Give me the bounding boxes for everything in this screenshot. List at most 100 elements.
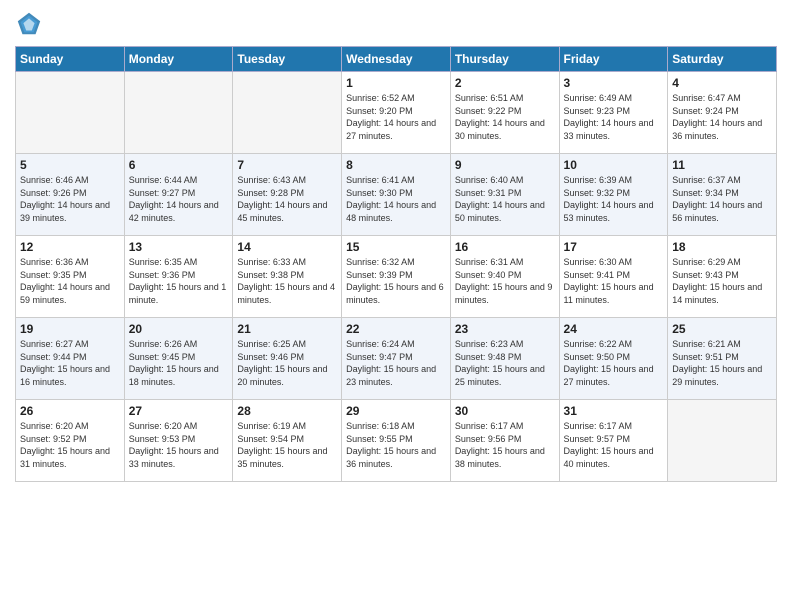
day-number: 16 xyxy=(455,240,555,254)
calendar-cell: 28 Sunrise: 6:19 AM Sunset: 9:54 PM Dayli… xyxy=(233,400,342,482)
day-number: 19 xyxy=(20,322,120,336)
day-info: Sunrise: 6:36 AM Sunset: 9:35 PM Dayligh… xyxy=(20,256,120,306)
col-sunday: Sunday xyxy=(16,47,125,72)
day-number: 25 xyxy=(672,322,772,336)
logo-icon xyxy=(15,10,43,38)
day-info: Sunrise: 6:20 AM Sunset: 9:53 PM Dayligh… xyxy=(129,420,229,470)
day-number: 9 xyxy=(455,158,555,172)
day-number: 15 xyxy=(346,240,446,254)
calendar-cell: 25 Sunrise: 6:21 AM Sunset: 9:51 PM Dayli… xyxy=(668,318,777,400)
day-number: 20 xyxy=(129,322,229,336)
day-info: Sunrise: 6:18 AM Sunset: 9:55 PM Dayligh… xyxy=(346,420,446,470)
col-monday: Monday xyxy=(124,47,233,72)
calendar-week-5: 26 Sunrise: 6:20 AM Sunset: 9:52 PM Dayli… xyxy=(16,400,777,482)
calendar-cell: 19 Sunrise: 6:27 AM Sunset: 9:44 PM Dayli… xyxy=(16,318,125,400)
day-info: Sunrise: 6:26 AM Sunset: 9:45 PM Dayligh… xyxy=(129,338,229,388)
day-info: Sunrise: 6:17 AM Sunset: 9:57 PM Dayligh… xyxy=(564,420,664,470)
day-info: Sunrise: 6:43 AM Sunset: 9:28 PM Dayligh… xyxy=(237,174,337,224)
day-info: Sunrise: 6:21 AM Sunset: 9:51 PM Dayligh… xyxy=(672,338,772,388)
day-info: Sunrise: 6:31 AM Sunset: 9:40 PM Dayligh… xyxy=(455,256,555,306)
day-info: Sunrise: 6:29 AM Sunset: 9:43 PM Dayligh… xyxy=(672,256,772,306)
day-info: Sunrise: 6:20 AM Sunset: 9:52 PM Dayligh… xyxy=(20,420,120,470)
calendar-cell: 5 Sunrise: 6:46 AM Sunset: 9:26 PM Daylig… xyxy=(16,154,125,236)
calendar-cell xyxy=(668,400,777,482)
day-number: 31 xyxy=(564,404,664,418)
day-info: Sunrise: 6:19 AM Sunset: 9:54 PM Dayligh… xyxy=(237,420,337,470)
calendar-cell: 14Sunrise: 6:33 AM Sunset: 9:38 PM Dayli… xyxy=(233,236,342,318)
day-number: 23 xyxy=(455,322,555,336)
day-info: Sunrise: 6:40 AM Sunset: 9:31 PM Dayligh… xyxy=(455,174,555,224)
day-number: 11 xyxy=(672,158,772,172)
calendar-cell: 3 Sunrise: 6:49 AM Sunset: 9:23 PM Daylig… xyxy=(559,72,668,154)
calendar-cell: 18 Sunrise: 6:29 AM Sunset: 9:43 PM Dayli… xyxy=(668,236,777,318)
calendar-cell: 10 Sunrise: 6:39 AM Sunset: 9:32 PM Dayli… xyxy=(559,154,668,236)
calendar-cell xyxy=(233,72,342,154)
calendar-cell: 13 Sunrise: 6:35 AM Sunset: 9:36 PM Dayli… xyxy=(124,236,233,318)
calendar-cell: 2 Sunrise: 6:51 AM Sunset: 9:22 PM Daylig… xyxy=(450,72,559,154)
calendar-cell: 16 Sunrise: 6:31 AM Sunset: 9:40 PM Dayli… xyxy=(450,236,559,318)
day-info: Sunrise: 6:51 AM Sunset: 9:22 PM Dayligh… xyxy=(455,92,555,142)
calendar-header-row: Sunday Monday Tuesday Wednesday Thursday… xyxy=(16,47,777,72)
day-number: 26 xyxy=(20,404,120,418)
day-number: 2 xyxy=(455,76,555,90)
calendar-table: Sunday Monday Tuesday Wednesday Thursday… xyxy=(15,46,777,482)
col-wednesday: Wednesday xyxy=(342,47,451,72)
day-info: Sunrise: 6:35 AM Sunset: 9:36 PM Dayligh… xyxy=(129,256,229,306)
day-info: Sunrise: 6:41 AM Sunset: 9:30 PM Dayligh… xyxy=(346,174,446,224)
day-info: Sunrise: 6:33 AM Sunset: 9:38 PM Dayligh… xyxy=(237,256,337,306)
day-number: 29 xyxy=(346,404,446,418)
day-info: Sunrise: 6:47 AM Sunset: 9:24 PM Dayligh… xyxy=(672,92,772,142)
calendar-cell xyxy=(124,72,233,154)
day-number: 13 xyxy=(129,240,229,254)
calendar-week-4: 19 Sunrise: 6:27 AM Sunset: 9:44 PM Dayli… xyxy=(16,318,777,400)
calendar-week-1: 1 Sunrise: 6:52 AM Sunset: 9:20 PM Daylig… xyxy=(16,72,777,154)
calendar-cell: 15 Sunrise: 6:32 AM Sunset: 9:39 PM Dayli… xyxy=(342,236,451,318)
day-info: Sunrise: 6:37 AM Sunset: 9:34 PM Dayligh… xyxy=(672,174,772,224)
calendar-cell: 7 Sunrise: 6:43 AM Sunset: 9:28 PM Daylig… xyxy=(233,154,342,236)
logo xyxy=(15,10,47,38)
day-info: Sunrise: 6:25 AM Sunset: 9:46 PM Dayligh… xyxy=(237,338,337,388)
col-friday: Friday xyxy=(559,47,668,72)
page: Sunday Monday Tuesday Wednesday Thursday… xyxy=(0,0,792,612)
day-number: 28 xyxy=(237,404,337,418)
day-number: 17 xyxy=(564,240,664,254)
calendar-cell: 31 Sunrise: 6:17 AM Sunset: 9:57 PM Dayli… xyxy=(559,400,668,482)
day-number: 8 xyxy=(346,158,446,172)
calendar-cell: 8 Sunrise: 6:41 AM Sunset: 9:30 PM Daylig… xyxy=(342,154,451,236)
day-number: 3 xyxy=(564,76,664,90)
col-saturday: Saturday xyxy=(668,47,777,72)
day-number: 12 xyxy=(20,240,120,254)
day-info: Sunrise: 6:23 AM Sunset: 9:48 PM Dayligh… xyxy=(455,338,555,388)
day-number: 27 xyxy=(129,404,229,418)
calendar-cell: 29 Sunrise: 6:18 AM Sunset: 9:55 PM Dayli… xyxy=(342,400,451,482)
col-tuesday: Tuesday xyxy=(233,47,342,72)
day-info: Sunrise: 6:44 AM Sunset: 9:27 PM Dayligh… xyxy=(129,174,229,224)
calendar-week-2: 5 Sunrise: 6:46 AM Sunset: 9:26 PM Daylig… xyxy=(16,154,777,236)
day-number: 30 xyxy=(455,404,555,418)
header xyxy=(15,10,777,38)
day-number: 10 xyxy=(564,158,664,172)
day-info: Sunrise: 6:32 AM Sunset: 9:39 PM Dayligh… xyxy=(346,256,446,306)
day-info: Sunrise: 6:46 AM Sunset: 9:26 PM Dayligh… xyxy=(20,174,120,224)
calendar-cell: 9 Sunrise: 6:40 AM Sunset: 9:31 PM Daylig… xyxy=(450,154,559,236)
day-number: 7 xyxy=(237,158,337,172)
day-info: Sunrise: 6:22 AM Sunset: 9:50 PM Dayligh… xyxy=(564,338,664,388)
day-info: Sunrise: 6:49 AM Sunset: 9:23 PM Dayligh… xyxy=(564,92,664,142)
day-info: Sunrise: 6:17 AM Sunset: 9:56 PM Dayligh… xyxy=(455,420,555,470)
day-number: 6 xyxy=(129,158,229,172)
day-number: 5 xyxy=(20,158,120,172)
day-info: Sunrise: 6:52 AM Sunset: 9:20 PM Dayligh… xyxy=(346,92,446,142)
calendar-cell: 22Sunrise: 6:24 AM Sunset: 9:47 PM Dayli… xyxy=(342,318,451,400)
calendar-cell: 30 Sunrise: 6:17 AM Sunset: 9:56 PM Dayli… xyxy=(450,400,559,482)
calendar-cell: 26 Sunrise: 6:20 AM Sunset: 9:52 PM Dayli… xyxy=(16,400,125,482)
calendar-cell: 20 Sunrise: 6:26 AM Sunset: 9:45 PM Dayli… xyxy=(124,318,233,400)
calendar-cell: 21Sunrise: 6:25 AM Sunset: 9:46 PM Dayli… xyxy=(233,318,342,400)
day-info: Sunrise: 6:27 AM Sunset: 9:44 PM Dayligh… xyxy=(20,338,120,388)
calendar-cell xyxy=(16,72,125,154)
day-number: 1 xyxy=(346,76,446,90)
calendar-cell: 17Sunrise: 6:30 AM Sunset: 9:41 PM Dayli… xyxy=(559,236,668,318)
calendar-cell: 24Sunrise: 6:22 AM Sunset: 9:50 PM Dayli… xyxy=(559,318,668,400)
day-number: 18 xyxy=(672,240,772,254)
day-info: Sunrise: 6:39 AM Sunset: 9:32 PM Dayligh… xyxy=(564,174,664,224)
calendar-cell: 23 Sunrise: 6:23 AM Sunset: 9:48 PM Dayli… xyxy=(450,318,559,400)
